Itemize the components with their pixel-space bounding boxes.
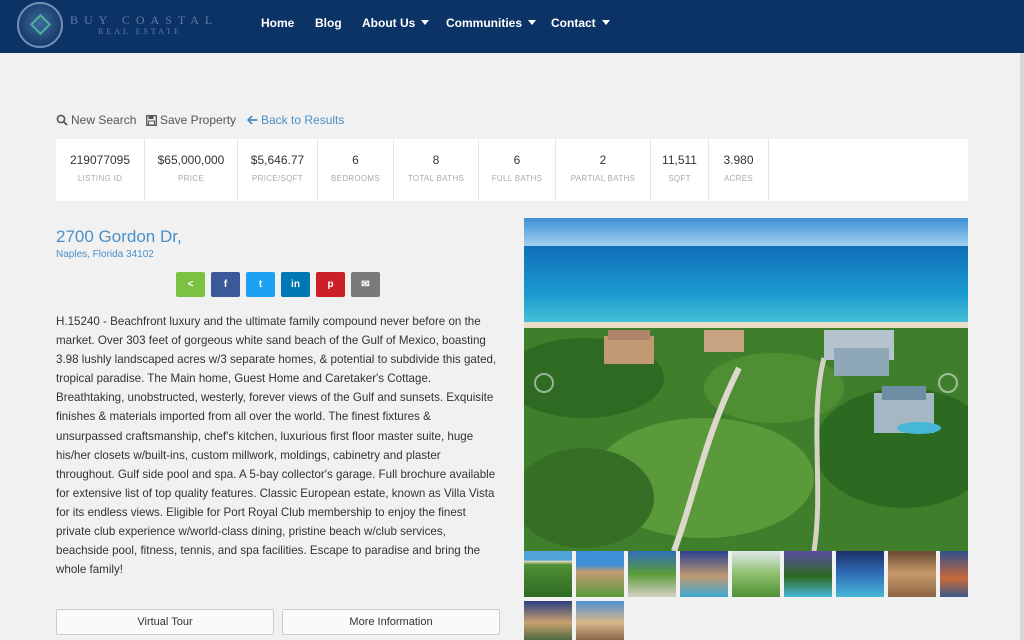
stat-listing-id: 219077095 LISTING ID bbox=[56, 139, 145, 201]
arrow-left-icon bbox=[247, 115, 258, 125]
photo-thumbnail[interactable] bbox=[680, 551, 728, 597]
email-icon[interactable]: ✉ bbox=[351, 272, 380, 297]
aerial-estate-image bbox=[524, 218, 968, 551]
stat-full-baths: 6 FULL BATHS bbox=[479, 139, 556, 201]
photo-thumbnail[interactable] bbox=[888, 551, 936, 597]
new-search-label: New Search bbox=[71, 113, 137, 127]
scrollbar[interactable] bbox=[1020, 53, 1024, 640]
site-header: BUY COASTAL REAL ESTATE Home Blog About … bbox=[0, 0, 1024, 53]
facebook-icon[interactable]: f bbox=[211, 272, 240, 297]
nav-about-us[interactable]: About Us bbox=[362, 16, 430, 30]
photo-thumbnail[interactable] bbox=[784, 551, 832, 597]
twitter-icon[interactable]: t bbox=[246, 272, 275, 297]
stat-sqft: 11,511 SQFT bbox=[651, 139, 709, 201]
photo-thumbnail[interactable] bbox=[576, 601, 624, 640]
property-stats-bar: 219077095 LISTING ID $65,000,000 PRICE $5,… bbox=[56, 139, 968, 201]
property-address: 2700 Gordon Dr, bbox=[56, 227, 182, 246]
prev-photo-button[interactable] bbox=[534, 373, 554, 393]
share-icon[interactable]: < bbox=[176, 272, 205, 297]
property-city: Naples, Florida 34102 bbox=[56, 249, 154, 260]
back-to-results-label: Back to Results bbox=[261, 113, 345, 127]
nav-communities[interactable]: Communities bbox=[446, 16, 537, 30]
photo-thumbnail[interactable] bbox=[576, 551, 624, 597]
photo-thumbnail[interactable] bbox=[524, 551, 572, 597]
property-main-photo[interactable] bbox=[524, 218, 968, 551]
photo-thumbnail[interactable] bbox=[524, 601, 572, 640]
nav-home[interactable]: Home bbox=[261, 16, 294, 30]
stat-price: $65,000,000 PRICE bbox=[145, 139, 238, 201]
stat-acres: 3.980 ACRES bbox=[709, 139, 769, 201]
chevron-down-icon bbox=[528, 20, 537, 25]
stat-total-baths: 8 TOTAL BATHS bbox=[394, 139, 479, 201]
stat-price-sqft: $5,646.77 PRICE/SQFT bbox=[238, 139, 318, 201]
brand-tagline: REAL ESTATE bbox=[98, 27, 182, 36]
stat-partial-baths: 2 PARTIAL BATHS bbox=[556, 139, 651, 201]
more-information-button[interactable]: More Information bbox=[282, 609, 500, 635]
save-icon bbox=[146, 114, 157, 126]
photo-thumbnail[interactable] bbox=[628, 551, 676, 597]
pinterest-icon[interactable]: p bbox=[316, 272, 345, 297]
nav-blog[interactable]: Blog bbox=[315, 16, 342, 30]
photo-thumbnail[interactable] bbox=[940, 551, 968, 597]
save-property-label: Save Property bbox=[160, 113, 237, 127]
search-icon bbox=[56, 114, 68, 126]
property-description: H.15240 - Beachfront luxury and the ulti… bbox=[56, 315, 497, 577]
photo-thumbnail[interactable] bbox=[836, 551, 884, 597]
back-to-results-link[interactable]: Back to Results bbox=[247, 113, 344, 127]
linkedin-icon[interactable]: in bbox=[281, 272, 310, 297]
chevron-down-icon bbox=[601, 20, 610, 25]
new-search-link[interactable]: New Search bbox=[56, 113, 136, 127]
logo[interactable] bbox=[17, 2, 63, 48]
next-photo-button[interactable] bbox=[938, 373, 958, 393]
brand-name: BUY COASTAL bbox=[70, 13, 219, 27]
chevron-down-icon bbox=[421, 20, 430, 25]
virtual-tour-button[interactable]: Virtual Tour bbox=[56, 609, 274, 635]
photo-thumbnail[interactable] bbox=[732, 551, 780, 597]
stat-bedrooms: 6 BEDROOMS bbox=[318, 139, 394, 201]
nav-contact[interactable]: Contact bbox=[551, 16, 610, 30]
save-property-link[interactable]: Save Property bbox=[146, 113, 236, 127]
